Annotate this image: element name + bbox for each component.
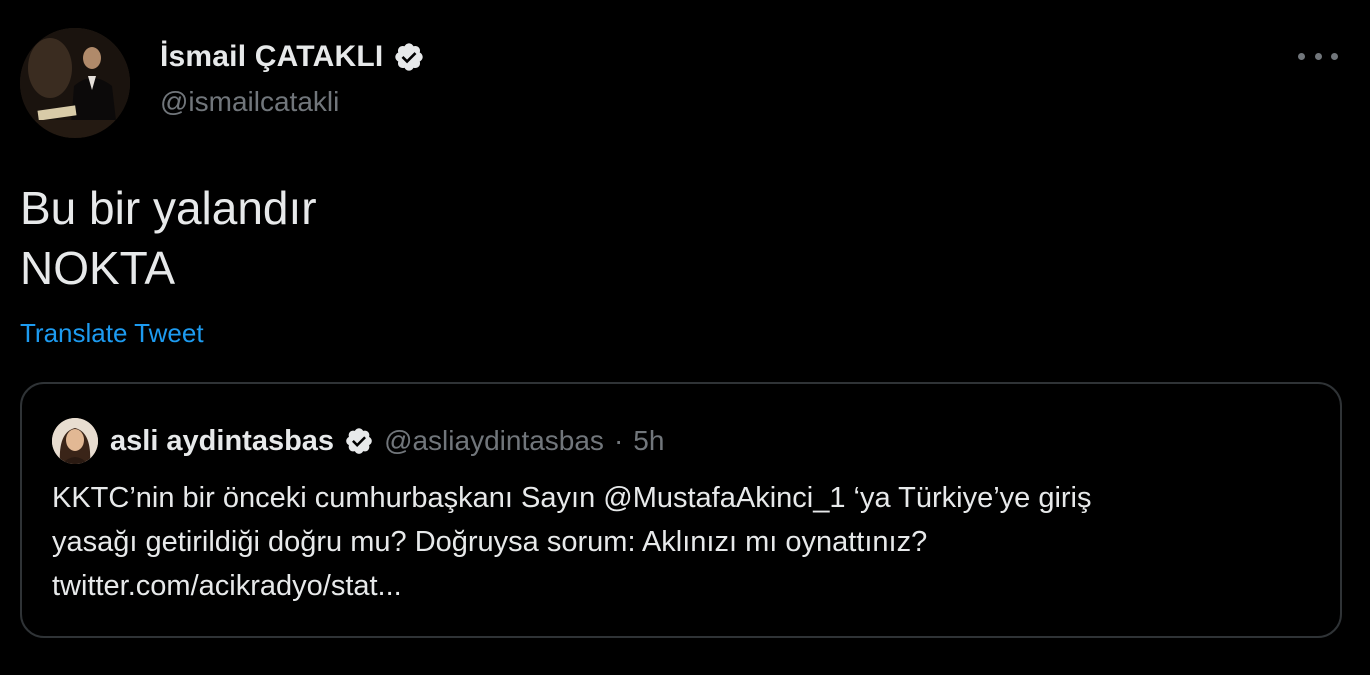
tweet-text-line: NOKTA [20, 242, 176, 294]
profile-photo-icon [52, 418, 98, 464]
dot-icon [1314, 52, 1322, 60]
quoted-tweet-text-line: yasağı getirildiği doğru mu? Doğruysa so… [52, 526, 928, 558]
verified-badge-icon [344, 426, 374, 456]
quoted-tweet-text-line: KKTC’nin bir önceki cumhurbaşkanı Sayın … [52, 482, 1092, 514]
author-display-name[interactable]: İsmail ÇATAKLI [160, 40, 383, 74]
author-handle[interactable]: @ismailcatakli [160, 86, 339, 118]
dot-icon [1331, 52, 1338, 60]
quoted-tweet-text: KKTC’nin bir önceki cumhurbaşkanı Sayın … [52, 476, 1322, 608]
quoted-author-handle[interactable]: @asliaydintasbas [384, 425, 604, 457]
tweet-text: Bu bir yalandır NOKTA [20, 178, 317, 298]
more-options-icon[interactable] [1298, 44, 1338, 68]
author-avatar[interactable] [20, 28, 130, 138]
tweet: İsmail ÇATAKLI @ismailcatakli Bu bir yal… [0, 0, 1370, 675]
quoted-author-display-name[interactable]: asli aydintasbas [110, 425, 334, 458]
dot-icon [1298, 52, 1305, 60]
tweet-text-line: Bu bir yalandır [20, 182, 317, 234]
quoted-tweet-card[interactable]: asli aydintasbas @asliaydintasbas · 5h K… [20, 382, 1342, 638]
quoted-author-avatar[interactable] [52, 418, 98, 464]
verified-badge-icon [393, 41, 425, 73]
author-name-row: İsmail ÇATAKLI [160, 40, 425, 74]
quoted-tweet-header: asli aydintasbas @asliaydintasbas · 5h [52, 418, 664, 464]
translate-tweet-link[interactable]: Translate Tweet [20, 318, 204, 349]
quoted-tweet-timestamp[interactable]: 5h [633, 425, 664, 457]
separator-dot: · [613, 425, 624, 456]
quoted-tweet-link[interactable]: twitter.com/acikradyo/stat... [52, 564, 1322, 608]
profile-photo-icon [20, 28, 130, 138]
